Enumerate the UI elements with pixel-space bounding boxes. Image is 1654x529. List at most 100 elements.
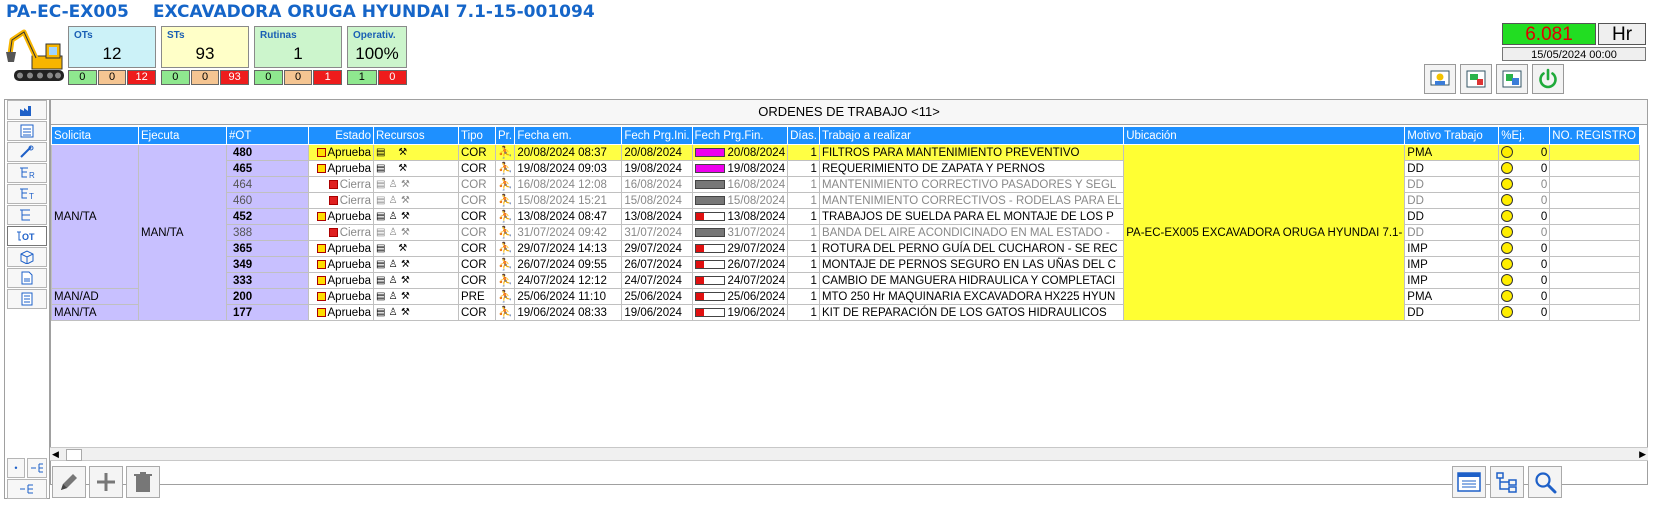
cell-motivo: PMA [1404,288,1500,305]
hours-unit: Hr [1598,23,1646,45]
column-header-tipo[interactable]: Tipo [458,126,496,145]
column-header-pr[interactable]: Pr. [494,126,516,145]
column-header-fech-prg-ini[interactable]: Fech Prg.Ini. [621,126,693,145]
status-flag-icon [328,227,338,237]
status-dot-icon [1501,146,1514,159]
cell-fech-fin: 24/07/2024 [691,272,789,289]
document-icon: ▤ [376,195,386,206]
expand-tree-button[interactable] [27,458,47,478]
tools-icon: ⚒ [398,147,408,158]
cell-pr: ⛹ [494,288,516,305]
report-button[interactable] [1460,64,1492,94]
tree-button[interactable] [7,205,47,225]
status-flag-icon [316,291,326,301]
status-flag-icon [328,179,338,189]
hours-value: 6.081 [1502,23,1596,45]
search-button[interactable] [1528,466,1562,498]
column-header-ejecuta[interactable]: Ejecuta [138,126,227,145]
cell-recursos: ▤ ♙ ⚒ [373,288,459,305]
column-header-fech-prg-fin[interactable]: Fech Prg.Fin. [691,126,789,145]
cell-fech-ini: 15/08/2024 [621,192,693,209]
detail-view-button[interactable] [1452,466,1486,498]
edit-button[interactable] [52,466,86,498]
cell-fecha-em: 24/07/2024 12:12 [514,272,623,289]
boxes-button[interactable] [7,247,47,267]
ot-button[interactable]: OT [7,226,47,246]
add-button[interactable] [89,466,123,498]
power-button[interactable] [1532,64,1564,94]
kpi-rutinas[interactable]: Rutinas 1 0 0 1 [254,26,343,86]
list-button[interactable] [7,121,47,141]
progress-bar [694,179,725,189]
cell-solicita: MAN/AD [51,288,139,305]
document-icon: ▤ [376,243,386,254]
cell-recursos: ▤ ♙ ⚒ [373,208,459,225]
cell-ot: 365 [226,240,309,257]
person-icon: ♙ [388,291,398,302]
column-header-solicita[interactable]: Solicita [51,126,139,145]
calculator-button[interactable] [7,289,47,309]
tree-t-button[interactable]: T [7,184,47,204]
collapse-small-button[interactable]: • [7,458,25,478]
cell-dias: 1 [787,256,820,273]
cell-tipo: COR [458,176,496,193]
kpi-ots[interactable]: OTs 12 0 0 12 [68,26,157,86]
collapse-tree-button[interactable] [7,479,47,499]
column-header-ej[interactable]: %Ej. [1498,126,1551,145]
kpi-sts-green: 0 [161,70,190,85]
column-header-trabajo[interactable]: Trabajo a realizar [818,126,1125,145]
cell-estado: Aprueba [308,208,374,225]
column-header-recursos[interactable]: Recursos [373,126,459,145]
column-header-ubicacion[interactable]: Ubicación [1123,126,1406,145]
export-button[interactable] [1496,64,1528,94]
document-button[interactable] [7,268,47,288]
progress-bar [694,243,725,253]
scroll-thumb[interactable] [66,449,82,461]
cell-pr: ⛹ [494,272,516,289]
tree-view-button[interactable] [1490,466,1524,498]
scroll-right-icon[interactable]: ▶ [1639,449,1646,460]
box-icon [20,250,34,264]
kpi-sts[interactable]: STs 93 0 0 93 [161,26,250,86]
export-icon [1502,70,1522,88]
cell-trabajo: KIT DE REPARACIÓN DE LOS GATOS HIDRAULIC… [818,304,1125,321]
estado-label: Aprueba [327,274,371,287]
status-dot-icon [1501,290,1514,303]
column-header-fecha-em[interactable]: Fecha em. [514,126,623,145]
estado-label: Aprueba [327,210,371,223]
cell-ej: 0 [1498,176,1551,193]
kpi-sts-red: 93 [220,70,250,85]
table-row[interactable]: MAN/TA MAN/TA 480 Aprueba ▤ ⚒ COR ⛹ 20/08/2024 … [51,144,1641,321]
progress-bar [694,163,725,173]
runner-icon: ⛹ [498,258,513,271]
plant-button[interactable] [7,100,47,120]
fech-fin-label: 13/08/2024 [727,210,786,223]
column-header-motivo[interactable]: Motivo Trabajo [1404,126,1500,145]
rutinas-button[interactable]: R [7,163,47,183]
status-flag-icon [316,275,326,285]
tools-button[interactable] [7,142,47,162]
kpi-ots-label: OTs [74,30,93,41]
delete-button[interactable] [126,466,160,498]
column-header-dias[interactable]: Días. [787,126,820,145]
cell-registro [1549,240,1641,257]
scroll-left-icon[interactable]: ◀ [52,449,59,460]
cell-fecha-em: 16/08/2024 12:08 [514,176,623,193]
kpi-operativ[interactable]: Operativ. 100% 1 0 [347,26,407,86]
cell-estado: Aprueba [308,144,374,161]
cell-dias: 1 [787,272,820,289]
column-header-registro[interactable]: NO. REGISTRO [1549,126,1641,145]
runner-icon: ⛹ [498,178,513,191]
horizontal-scrollbar[interactable]: ◀ ▶ [50,447,1648,461]
document-icon: ▤ [376,227,386,238]
cell-dias: 1 [787,160,820,177]
cell-ot: 460 [226,192,309,209]
column-header-estado[interactable]: Estado [308,126,374,145]
cell-fech-fin: 31/07/2024 [691,224,789,241]
column-header-ot[interactable]: #OT [226,126,309,145]
cell-recursos: ▤ ♙ ⚒ [373,176,459,193]
tools-icon: ⚒ [398,163,408,174]
cell-ot: 480 [226,144,309,161]
document-icon: ▤ [376,275,386,286]
user-button[interactable] [1424,64,1456,94]
